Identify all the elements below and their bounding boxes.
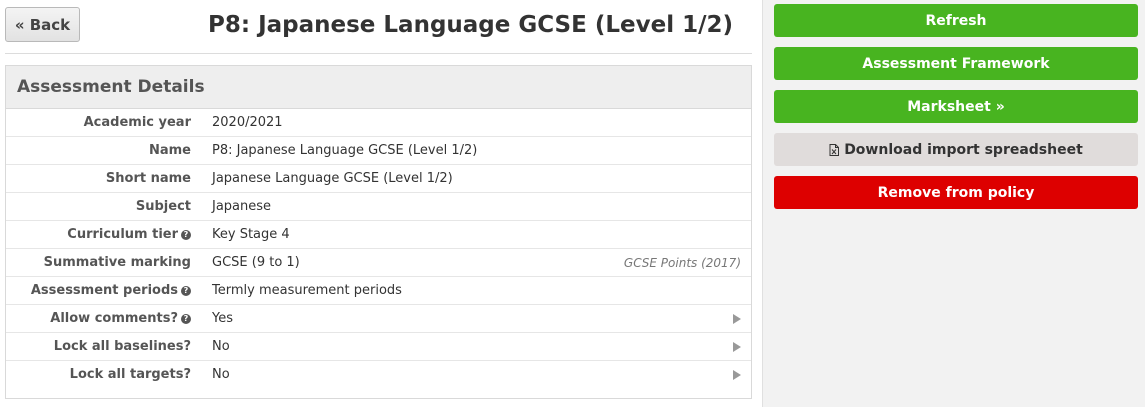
question-circle-icon[interactable]: ?: [181, 286, 191, 296]
file-spreadsheet-icon: [829, 143, 840, 156]
detail-label-text: Lock all baselines?: [53, 339, 191, 354]
page-title: P8: Japanese Language GCSE (Level 1/2): [208, 12, 734, 38]
detail-label-text: Assessment periods: [30, 283, 178, 298]
detail-label-text: Name: [148, 143, 191, 158]
detail-row: Subject Japanese: [6, 193, 751, 221]
detail-note: GCSE Points (2017): [623, 256, 741, 270]
detail-value: Termly measurement periods: [212, 283, 402, 298]
download-spreadsheet-button[interactable]: Download import spreadsheet: [774, 133, 1138, 166]
detail-label: Subject: [136, 193, 191, 221]
detail-label: Curriculum tier?: [67, 221, 191, 249]
detail-label: Academic year: [84, 109, 191, 137]
detail-label-text: Allow comments?: [50, 311, 178, 326]
detail-label-text: Lock all targets?: [69, 367, 191, 382]
detail-row[interactable]: Allow comments?? Yes: [6, 305, 751, 333]
detail-value: Key Stage 4: [212, 227, 290, 242]
question-circle-icon[interactable]: ?: [181, 314, 191, 324]
title-divider: [5, 53, 752, 54]
detail-label: Allow comments??: [50, 305, 191, 333]
detail-row: Summative marking GCSE (9 to 1) GCSE Point…: [6, 249, 751, 277]
detail-label-text: Short name: [105, 171, 191, 186]
detail-row[interactable]: Lock all targets? No: [6, 361, 751, 389]
detail-value: No: [212, 367, 230, 382]
detail-value: No: [212, 339, 230, 354]
detail-row: Academic year 2020/2021: [6, 109, 751, 137]
panel-heading: Assessment Details: [6, 66, 751, 109]
caret-right-icon[interactable]: [733, 342, 741, 352]
detail-value: Japanese: [212, 199, 272, 214]
detail-value: Yes: [212, 311, 233, 326]
caret-right-icon[interactable]: [733, 370, 741, 380]
detail-label: Assessment periods?: [31, 277, 191, 305]
detail-value: GCSE (9 to 1): [212, 255, 300, 270]
detail-label: Name: [149, 137, 191, 165]
detail-row: Short name Japanese Language GCSE (Level …: [6, 165, 751, 193]
detail-value: Japanese Language GCSE (Level 1/2): [212, 171, 453, 186]
detail-label: Lock all baselines?: [54, 333, 191, 361]
marksheet-button[interactable]: Marksheet »: [774, 90, 1138, 123]
detail-row: Curriculum tier? Key Stage 4: [6, 221, 751, 249]
download-label: Download import spreadsheet: [844, 141, 1083, 158]
refresh-button[interactable]: Refresh: [774, 4, 1138, 37]
detail-label: Summative marking: [44, 249, 191, 277]
detail-row[interactable]: Lock all baselines? No: [6, 333, 751, 361]
detail-value: P8: Japanese Language GCSE (Level 1/2): [212, 143, 478, 158]
detail-row: Assessment periods? Termly measurement pe…: [6, 277, 751, 305]
detail-label-text: Academic year: [83, 115, 191, 130]
assessment-details-panel: Assessment Details Academic year 2020/202…: [5, 65, 752, 399]
main-content: « Back P8: Japanese Language GCSE (Level…: [0, 0, 762, 407]
details-list: Academic year 2020/2021 Name P8: Japanese L…: [6, 109, 751, 389]
detail-label: Short name: [106, 165, 191, 193]
back-button[interactable]: « Back: [5, 7, 80, 42]
detail-label: Lock all targets?: [70, 361, 191, 389]
detail-label-text: Subject: [135, 199, 191, 214]
assessment-framework-button[interactable]: Assessment Framework: [774, 47, 1138, 80]
detail-value: 2020/2021: [212, 115, 283, 130]
detail-label-text: Curriculum tier: [67, 227, 178, 242]
caret-right-icon[interactable]: [733, 314, 741, 324]
remove-from-policy-button[interactable]: Remove from policy: [774, 176, 1138, 209]
detail-label-text: Summative marking: [43, 255, 191, 270]
detail-row: Name P8: Japanese Language GCSE (Level 1/…: [6, 137, 751, 165]
sidebar: Refresh Assessment Framework Marksheet »…: [762, 0, 1145, 407]
question-circle-icon[interactable]: ?: [181, 230, 191, 240]
